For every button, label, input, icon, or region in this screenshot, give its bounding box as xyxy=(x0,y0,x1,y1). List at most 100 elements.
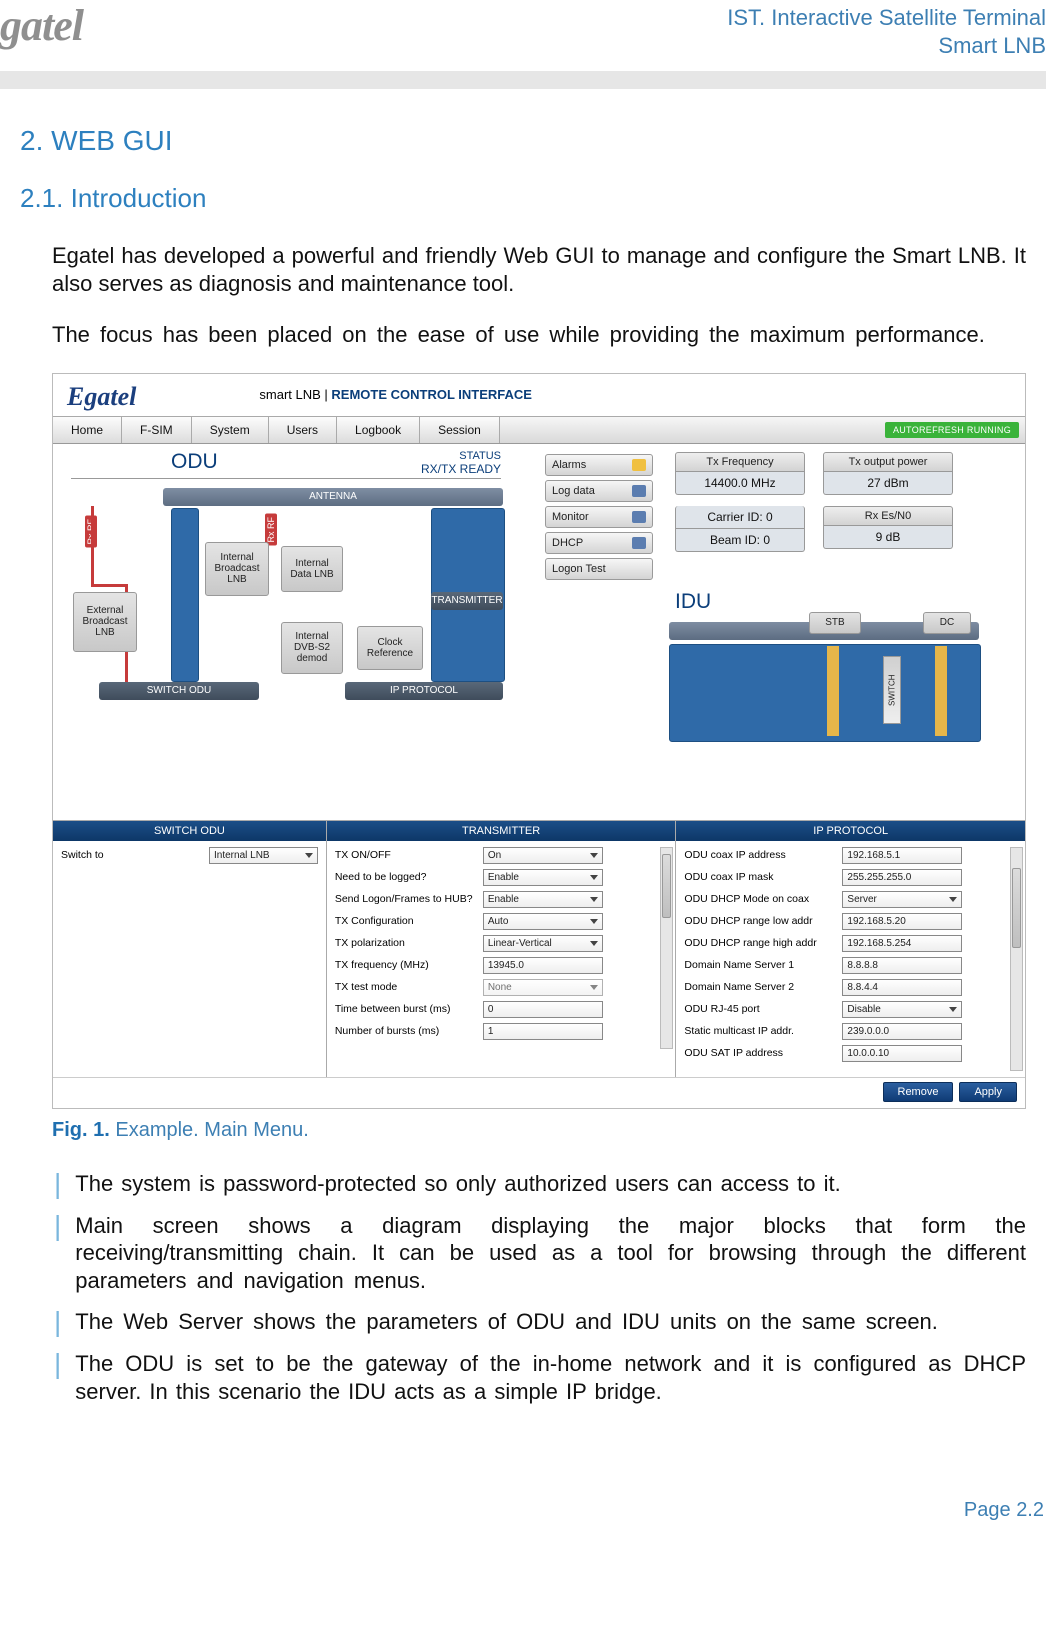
coax-ip-input[interactable]: 192.168.5.1 xyxy=(842,847,962,864)
rf-line-2 xyxy=(91,584,125,587)
multicast-input[interactable]: 239.0.0.0 xyxy=(842,1023,962,1040)
tx-onoff-label: TX ON/OFF xyxy=(335,849,483,861)
coax-mask-input[interactable]: 255.255.255.0 xyxy=(842,869,962,886)
app-title: smart LNB | REMOTE CONTROL INTERFACE xyxy=(259,387,532,402)
beam-id: Beam ID: 0 xyxy=(675,529,805,552)
alarms-button[interactable]: Alarms xyxy=(545,454,653,476)
tx-config-select[interactable]: Auto xyxy=(483,913,603,930)
idu-switch-block: SWITCH xyxy=(883,656,901,724)
log-icon xyxy=(632,485,646,497)
dhcp-low-label: ODU DHCP range low addr xyxy=(684,915,842,927)
need-logged-label: Need to be logged? xyxy=(335,871,483,883)
dhcp-low-input[interactable]: 192.168.5.20 xyxy=(842,913,962,930)
dns2-label: Domain Name Server 2 xyxy=(684,981,842,993)
dhcp-mode-label: ODU DHCP Mode on coax xyxy=(684,893,842,905)
menu-home[interactable]: Home xyxy=(53,417,122,443)
document-title: IST. Interactive Satellite Terminal Smar… xyxy=(727,4,1046,59)
chevron-down-icon xyxy=(590,941,598,946)
monitor-button[interactable]: Monitor xyxy=(545,506,653,528)
dhcp-high-input[interactable]: 192.168.5.254 xyxy=(842,935,962,952)
sat-ip-input[interactable]: 10.0.0.10 xyxy=(842,1045,962,1062)
menu-system[interactable]: System xyxy=(192,417,269,443)
switch-to-label: Switch to xyxy=(61,849,209,861)
menu-session[interactable]: Session xyxy=(420,417,500,443)
transmitter-scrollbar[interactable] xyxy=(660,847,673,1049)
tx-frequency-input[interactable]: 13945.0 xyxy=(483,957,603,974)
odu-title: ODU xyxy=(171,450,218,476)
tx-onoff-select[interactable]: On xyxy=(483,847,603,864)
tx-output-label: Tx output power xyxy=(823,452,953,472)
bottom-panels: SWITCH ODU Switch to Internal LNB TRANSM… xyxy=(53,820,1025,1077)
system-diagram: ODU STATUS RX/TX READY ANTENNA Rx RF Rx … xyxy=(53,444,1025,820)
bullet-icon: | xyxy=(54,1350,61,1405)
clock-reference-block[interactable]: Clock Reference xyxy=(357,626,423,670)
bullet-icon: | xyxy=(54,1212,61,1295)
menu-logbook[interactable]: Logbook xyxy=(337,417,420,443)
idu-stb-label: STB xyxy=(809,612,861,634)
remove-button[interactable]: Remove xyxy=(883,1082,954,1102)
figure-caption: Fig. 1. Example. Main Menu. xyxy=(52,1119,1026,1142)
header-divider xyxy=(0,71,1046,89)
panel-ip-protocol-title: IP PROTOCOL xyxy=(676,821,1025,841)
sat-ip-label: ODU SAT IP address xyxy=(684,1047,842,1059)
rj45-select[interactable]: Disable xyxy=(842,1001,962,1018)
time-burst-input[interactable]: 0 xyxy=(483,1001,603,1018)
transmitter-block[interactable]: TRANSMITTER xyxy=(431,592,503,610)
apply-button[interactable]: Apply xyxy=(959,1082,1017,1102)
tx-output-value: 27 dBm xyxy=(823,472,953,495)
ip-protocol-block[interactable]: IP PROTOCOL xyxy=(345,682,503,700)
subsection-heading: 2.1. Introduction xyxy=(20,183,1026,214)
idu-title: IDU xyxy=(675,590,711,614)
carrier-id: Carrier ID: 0 xyxy=(675,506,805,529)
coax-ip-label: ODU coax IP address xyxy=(684,849,842,861)
send-logon-label: Send Logon/Frames to HUB? xyxy=(335,893,483,905)
main-menu: Home F-SIM System Users Logbook Session … xyxy=(53,416,1025,444)
internal-data-lnb-block[interactable]: Internal Data LNB xyxy=(281,546,343,592)
tx-frequency-label2: TX frequency (MHz) xyxy=(335,959,483,971)
internal-demod-block[interactable]: Internal DVB-S2 demod xyxy=(281,622,343,674)
chevron-down-icon xyxy=(305,853,313,858)
rf-line-1 xyxy=(91,506,94,584)
dns1-label: Domain Name Server 1 xyxy=(684,959,842,971)
monitor-icon xyxy=(632,511,646,523)
switch-to-select[interactable]: Internal LNB xyxy=(209,847,318,864)
brand-logo: gatel xyxy=(0,4,83,48)
dhcp-high-label: ODU DHCP range high addr xyxy=(684,937,842,949)
rj45-label: ODU RJ-45 port xyxy=(684,1003,842,1015)
log-data-button[interactable]: Log data xyxy=(545,480,653,502)
send-logon-select[interactable]: Enable xyxy=(483,891,603,908)
chevron-down-icon xyxy=(949,1007,957,1012)
dns1-input[interactable]: 8.8.8.8 xyxy=(842,957,962,974)
coax-mask-label: ODU coax IP mask xyxy=(684,871,842,883)
chevron-down-icon xyxy=(590,897,598,902)
ip-protocol-scrollbar[interactable] xyxy=(1010,847,1023,1071)
odu-blue-left xyxy=(171,508,199,682)
status-value: RX/TX READY xyxy=(421,462,501,476)
menu-fsim[interactable]: F-SIM xyxy=(122,417,192,443)
internal-broadcast-lnb-block[interactable]: Internal Broadcast LNB xyxy=(205,542,269,596)
tx-frequency-label: Tx Frequency xyxy=(675,452,805,472)
rx-esn0-value: 9 dB xyxy=(823,526,953,549)
dhcp-icon xyxy=(632,537,646,549)
switch-odu-block[interactable]: SWITCH ODU xyxy=(99,682,259,700)
intro-paragraph-2: The focus has been placed on the ease of… xyxy=(52,321,1026,349)
logon-test-button[interactable]: Logon Test xyxy=(545,558,653,580)
dhcp-button[interactable]: DHCP xyxy=(545,532,653,554)
menu-users[interactable]: Users xyxy=(269,417,337,443)
tx-polarization-select[interactable]: Linear-Vertical xyxy=(483,935,603,952)
dhcp-mode-select[interactable]: Server xyxy=(842,891,962,908)
external-lnb-block[interactable]: External Broadcast LNB xyxy=(73,592,137,652)
antenna-block[interactable]: ANTENNA xyxy=(163,488,503,506)
chevron-down-icon xyxy=(590,919,598,924)
num-bursts-input[interactable]: 1 xyxy=(483,1023,603,1040)
dns2-input[interactable]: 8.8.4.4 xyxy=(842,979,962,996)
tx-polarization-label: TX polarization xyxy=(335,937,483,949)
tx-testmode-select[interactable]: None xyxy=(483,979,603,996)
chevron-down-icon xyxy=(949,897,957,902)
need-logged-select[interactable]: Enable xyxy=(483,869,603,886)
bullet-icon: | xyxy=(54,1308,61,1336)
chevron-down-icon xyxy=(590,875,598,880)
bullet-4: The ODU is set to be the gateway of the … xyxy=(75,1350,1026,1405)
rx-rf-badge-right: Rx RF xyxy=(265,514,277,546)
bullet-2: Main screen shows a diagram displaying t… xyxy=(75,1212,1026,1295)
